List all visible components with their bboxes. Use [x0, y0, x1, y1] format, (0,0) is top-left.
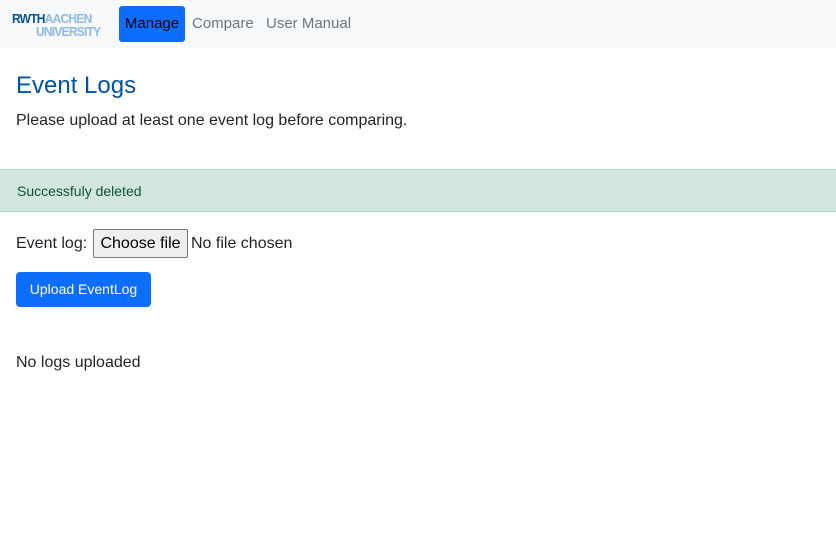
event-log-label: Event log:	[16, 235, 88, 252]
nav-link-compare[interactable]: Compare	[192, 6, 254, 42]
choose-file-button[interactable]: Choose file	[93, 229, 188, 258]
file-status-text: No file chosen	[191, 235, 293, 252]
nav-link-user-manual[interactable]: User Manual	[266, 6, 351, 42]
top-navbar: RWTHAACHEN UNIVERSITY Manage Compare Use…	[0, 0, 836, 48]
page-title: Event Logs	[16, 72, 137, 99]
logo-university-text: UNIVERSITY	[36, 24, 101, 39]
intro-text: Please upload at least one event log bef…	[16, 112, 408, 129]
alert-message: Successfuly deleted	[17, 183, 142, 199]
no-logs-text: No logs uploaded	[16, 354, 141, 371]
success-alert: Successfuly deleted	[0, 169, 836, 212]
rwth-aachen-logo[interactable]: RWTHAACHEN UNIVERSITY	[12, 12, 104, 38]
upload-eventlog-button[interactable]: Upload EventLog	[16, 272, 151, 307]
nav-link-manage[interactable]: Manage	[119, 6, 185, 42]
